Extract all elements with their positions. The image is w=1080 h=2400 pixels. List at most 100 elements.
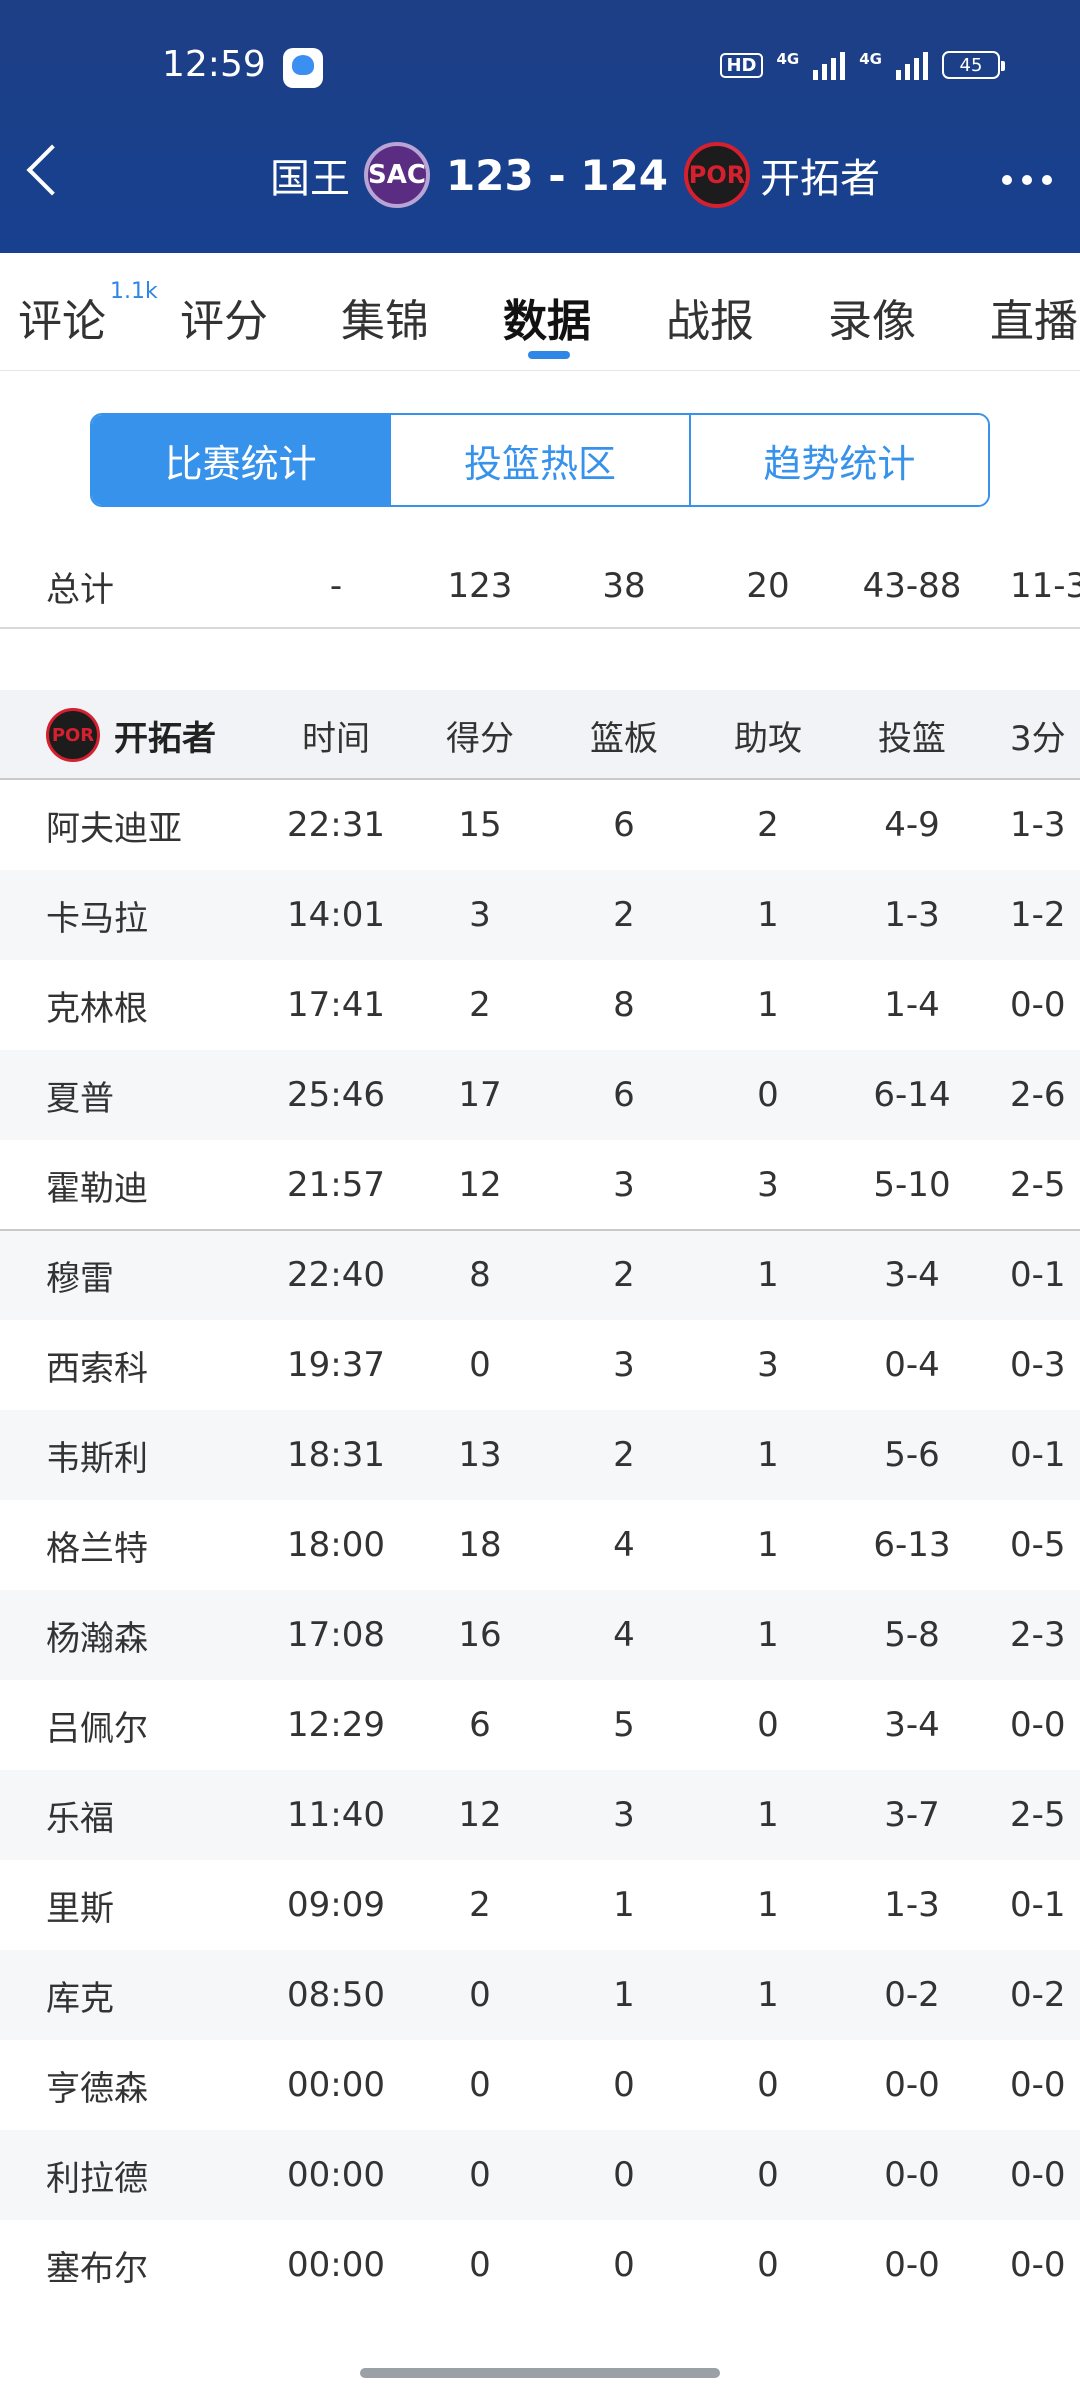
player-three: 0-0 xyxy=(1010,2065,1066,2105)
player-min: 08:50 xyxy=(287,1975,385,2015)
player-min: 25:46 xyxy=(287,1075,385,1115)
player-min: 17:08 xyxy=(287,1615,385,1655)
back-arrow-icon[interactable] xyxy=(26,144,78,196)
player-reb: 6 xyxy=(613,805,635,845)
player-reb: 0 xyxy=(613,2155,635,2195)
player-fg: 6-14 xyxy=(873,1075,951,1115)
total-min: - xyxy=(329,566,343,606)
game-score: 123 - 124 xyxy=(446,150,669,200)
player-reb: 3 xyxy=(613,1345,635,1385)
table-row[interactable]: 西索科 19:37 0 3 3 0-4 0-3 xyxy=(0,1320,1080,1410)
player-fg: 0-4 xyxy=(884,1345,940,1385)
table-row[interactable]: 阿夫迪亚 22:31 15 6 2 4-9 1-3 xyxy=(0,780,1080,870)
player-three: 2-5 xyxy=(1010,1795,1066,1835)
player-ast: 1 xyxy=(757,1615,779,1655)
player-name: 韦斯利 xyxy=(46,1438,148,1479)
player-fg: 0-2 xyxy=(884,1975,940,2015)
player-three: 0-2 xyxy=(1010,1975,1066,2015)
table-row[interactable]: 亨德森 00:00 0 0 0 0-0 0-0 xyxy=(0,2040,1080,2130)
header-pts[interactable]: 得分 xyxy=(410,690,550,780)
segment-shot-chart[interactable]: 投篮热区 xyxy=(391,415,691,505)
header-reb[interactable]: 篮板 xyxy=(554,690,694,780)
player-reb: 5 xyxy=(613,1705,635,1745)
table-row[interactable]: 吕佩尔 12:29 6 5 0 3-4 0-0 xyxy=(0,1680,1080,1770)
player-fg: 1-3 xyxy=(884,895,940,935)
player-three: 2-5 xyxy=(1010,1165,1066,1205)
player-fg: 0-0 xyxy=(884,2155,940,2195)
player-name: 夏普 xyxy=(46,1078,114,1119)
player-pts: 0 xyxy=(469,2065,491,2105)
app-notification-icon xyxy=(283,48,323,88)
player-fg: 1-4 xyxy=(884,985,940,1025)
player-ast: 2 xyxy=(757,805,779,845)
table-row[interactable]: 塞布尔 00:00 0 0 0 0-0 0-0 xyxy=(0,2220,1080,2310)
player-min: 22:40 xyxy=(287,1255,385,1295)
player-three: 2-6 xyxy=(1010,1075,1066,1115)
player-min: 22:31 xyxy=(287,805,385,845)
player-name: 里斯 xyxy=(46,1888,114,1929)
table-row[interactable]: 穆雷 22:40 8 2 1 3-4 0-1 xyxy=(0,1230,1080,1320)
segment-trend-stats[interactable]: 趋势统计 xyxy=(690,415,988,505)
player-three: 0-0 xyxy=(1010,1705,1066,1745)
player-pts: 2 xyxy=(469,985,491,1025)
tab-report[interactable]: 战报 xyxy=(666,285,754,349)
tab-stats[interactable]: 数据 xyxy=(503,285,591,349)
table-row[interactable]: 格兰特 18:00 18 4 1 6-13 0-5 xyxy=(0,1500,1080,1590)
table-row[interactable]: 里斯 09:09 2 1 1 1-3 0-1 xyxy=(0,1860,1080,1950)
player-ast: 0 xyxy=(757,1705,779,1745)
player-pts: 0 xyxy=(469,1975,491,2015)
player-fg: 0-0 xyxy=(884,2065,940,2105)
player-fg: 5-10 xyxy=(873,1165,951,1205)
tab-ratings[interactable]: 评分 xyxy=(180,285,268,349)
player-min: 18:00 xyxy=(287,1525,385,1565)
player-min: 14:01 xyxy=(287,895,385,935)
total-ast: 20 xyxy=(746,566,790,606)
player-three: 0-0 xyxy=(1010,2155,1066,2195)
player-reb: 1 xyxy=(613,1885,635,1925)
player-ast: 0 xyxy=(757,2065,779,2105)
table-row[interactable]: 克林根 17:41 2 8 1 1-4 0-0 xyxy=(0,960,1080,1050)
table-row[interactable]: 乐福 11:40 12 3 1 3-7 2-5 xyxy=(0,1770,1080,1860)
header-ast[interactable]: 助攻 xyxy=(698,690,838,780)
header-three[interactable]: 3分 xyxy=(1010,690,1080,780)
table-row[interactable]: 韦斯利 18:31 13 2 1 5-6 0-1 xyxy=(0,1410,1080,1500)
total-row: 总计 - 123 38 20 43-88 11-3 xyxy=(0,543,1080,629)
segment-game-stats[interactable]: 比赛统计 xyxy=(92,415,392,505)
header-min[interactable]: 时间 xyxy=(266,690,406,780)
table-row[interactable]: 库克 08:50 0 1 1 0-2 0-2 xyxy=(0,1950,1080,2040)
player-fg: 3-4 xyxy=(884,1255,940,1295)
table-row[interactable]: 夏普 25:46 17 6 0 6-14 2-6 xyxy=(0,1050,1080,1140)
table-row[interactable]: 霍勒迪 21:57 12 3 3 5-10 2-5 xyxy=(0,1140,1080,1230)
header-fg[interactable]: 投篮 xyxy=(842,690,982,780)
player-name: 格兰特 xyxy=(46,1528,148,1569)
player-fg: 3-4 xyxy=(884,1705,940,1745)
player-pts: 15 xyxy=(458,805,502,845)
player-reb: 3 xyxy=(613,1165,635,1205)
tab-highlights[interactable]: 集锦 xyxy=(341,285,429,349)
tab-live[interactable]: 直播 xyxy=(990,285,1078,349)
tab-replay[interactable]: 录像 xyxy=(828,285,916,349)
home-team-name: 国王 xyxy=(270,156,350,202)
table-row[interactable]: 杨瀚森 17:08 16 4 1 5-8 2-3 xyxy=(0,1590,1080,1680)
home-indicator[interactable] xyxy=(360,2368,720,2378)
sac-team-logo: SAC xyxy=(364,142,430,208)
table-row[interactable]: 利拉德 00:00 0 0 0 0-0 0-0 xyxy=(0,2130,1080,2220)
player-ast: 1 xyxy=(757,985,779,1025)
player-min: 00:00 xyxy=(287,2245,385,2285)
player-name: 库克 xyxy=(46,1978,114,2019)
more-options-icon[interactable] xyxy=(1002,175,1052,185)
player-three: 0-1 xyxy=(1010,1435,1066,1475)
table-row[interactable]: 卡马拉 14:01 3 2 1 1-3 1-2 xyxy=(0,870,1080,960)
player-reb: 3 xyxy=(613,1795,635,1835)
player-three: 0-3 xyxy=(1010,1345,1066,1385)
player-min: 18:31 xyxy=(287,1435,385,1475)
player-three: 0-0 xyxy=(1010,2245,1066,2285)
tab-comments[interactable]: 评论 1.1k xyxy=(18,279,158,349)
player-three: 1-2 xyxy=(1010,895,1066,935)
player-three: 1-3 xyxy=(1010,805,1066,845)
player-min: 00:00 xyxy=(287,2155,385,2195)
player-pts: 2 xyxy=(469,1885,491,1925)
por-team-logo: POR xyxy=(46,708,100,762)
player-ast: 3 xyxy=(757,1345,779,1385)
player-fg: 5-8 xyxy=(884,1615,940,1655)
